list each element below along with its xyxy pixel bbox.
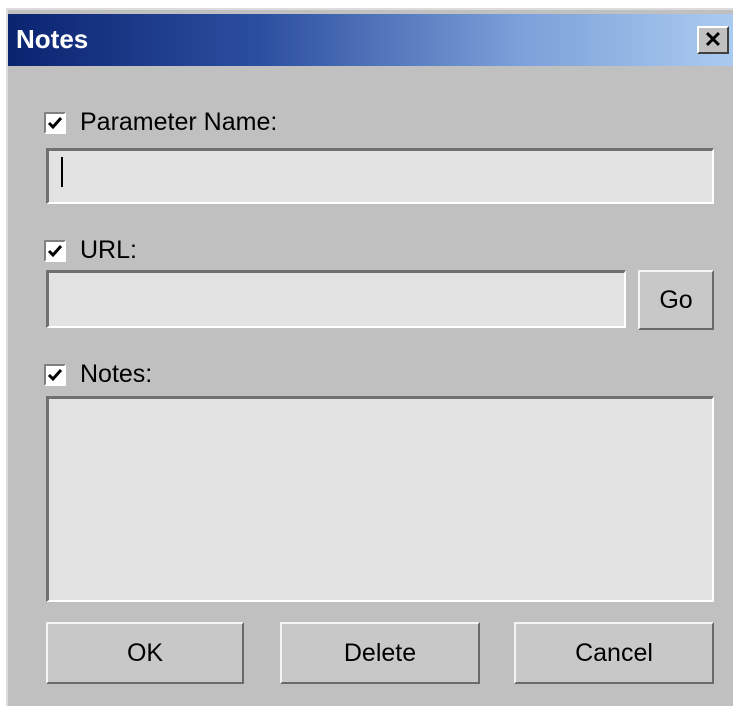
go-button-label: Go: [659, 285, 693, 314]
parameter-name-input[interactable]: [46, 148, 714, 204]
parameter-name-label: Parameter Name:: [80, 108, 278, 136]
delete-button[interactable]: Delete: [280, 622, 480, 684]
notes-dialog: Notes ✕ Parameter Name: URL: Go Notes: O…: [6, 8, 733, 706]
close-icon: ✕: [703, 27, 723, 52]
window-title: Notes: [16, 24, 89, 54]
notes-row: Notes:: [44, 360, 152, 389]
delete-button-label: Delete: [343, 638, 417, 667]
cancel-button-label: Cancel: [575, 638, 653, 667]
checkmark-icon: [47, 244, 63, 257]
go-button[interactable]: Go: [638, 270, 714, 330]
ok-button-label: OK: [126, 638, 164, 667]
cancel-button[interactable]: Cancel: [514, 622, 714, 684]
ok-button[interactable]: OK: [46, 622, 244, 684]
url-label: URL:: [80, 236, 137, 264]
parameter-name-row: Parameter Name:: [44, 108, 277, 137]
notes-textarea[interactable]: [46, 396, 714, 602]
parameter-name-checkbox[interactable]: [44, 111, 66, 134]
checkmark-icon: [47, 116, 63, 129]
url-checkbox[interactable]: [44, 239, 66, 262]
url-input[interactable]: [46, 270, 626, 328]
title-bar: Notes ✕: [8, 14, 733, 66]
text-caret: [61, 157, 63, 187]
close-button[interactable]: ✕: [697, 26, 729, 54]
notes-label: Notes:: [80, 360, 153, 388]
url-row: URL:: [44, 236, 137, 265]
notes-checkbox[interactable]: [44, 363, 66, 386]
checkmark-icon: [47, 368, 63, 381]
